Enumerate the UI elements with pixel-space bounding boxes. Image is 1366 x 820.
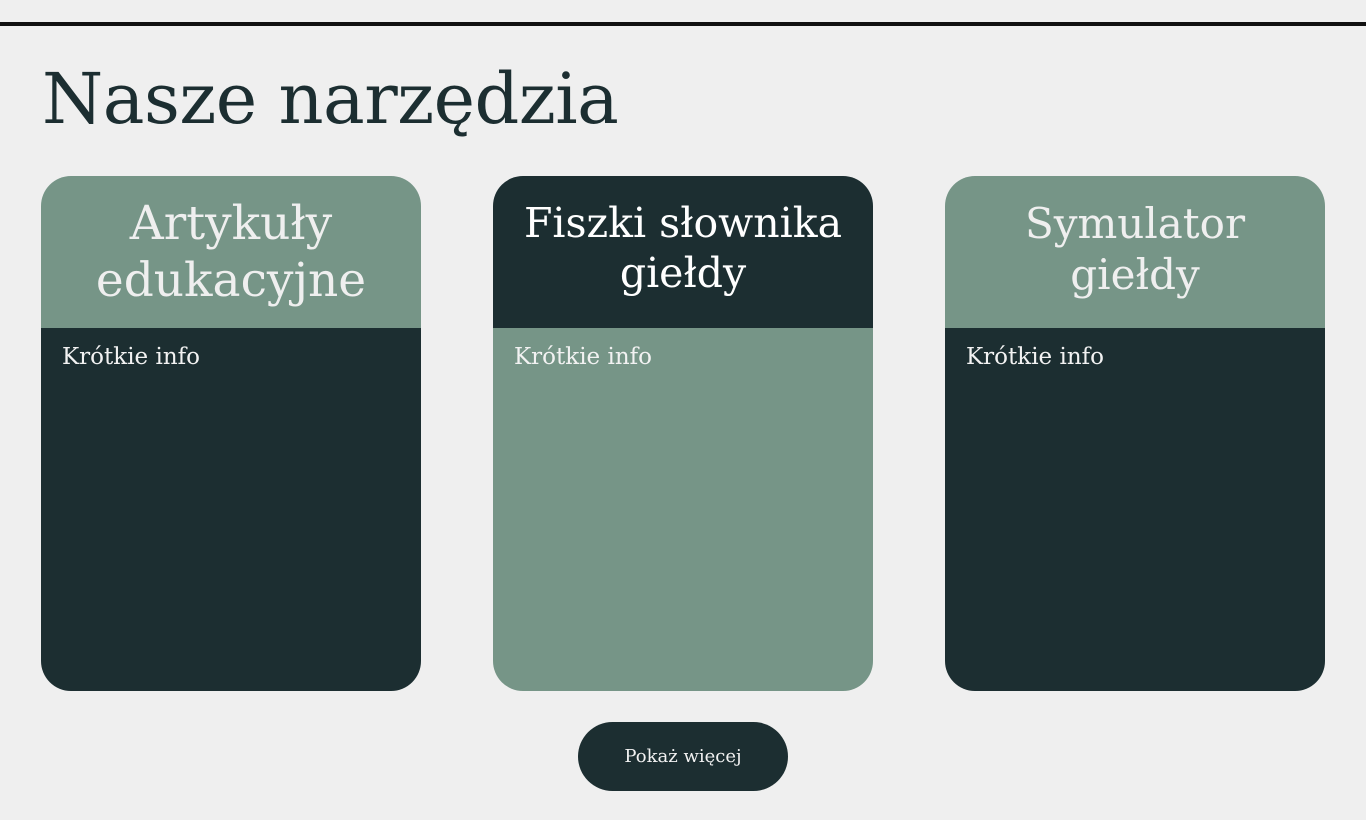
card-body: Krótkie info bbox=[945, 328, 1325, 691]
card-title: Symulator giełdy bbox=[1024, 198, 1246, 299]
card-title: Artykuły edukacyjne bbox=[95, 195, 367, 308]
card-title: Fiszki słownika giełdy bbox=[523, 198, 843, 297]
show-more-button[interactable]: Pokaż więcej bbox=[578, 722, 788, 791]
card-info: Krótkie info bbox=[62, 344, 201, 370]
card-header: Fiszki słownika giełdy bbox=[493, 176, 873, 328]
card-body: Krótkie info bbox=[41, 328, 421, 691]
card-info: Krótkie info bbox=[966, 344, 1105, 370]
tool-card-articles[interactable]: Artykuły edukacyjne Krótkie info bbox=[41, 176, 421, 691]
page-title: Nasze narzędzia bbox=[42, 58, 619, 140]
card-header: Artykuły edukacyjne bbox=[41, 176, 421, 328]
card-info: Krótkie info bbox=[514, 344, 653, 370]
tool-card-flashcards[interactable]: Fiszki słownika giełdy Krótkie info bbox=[493, 176, 873, 691]
top-divider bbox=[0, 22, 1366, 26]
card-body: Krótkie info bbox=[493, 328, 873, 691]
tool-card-simulator[interactable]: Symulator giełdy Krótkie info bbox=[945, 176, 1325, 691]
card-header: Symulator giełdy bbox=[945, 176, 1325, 328]
